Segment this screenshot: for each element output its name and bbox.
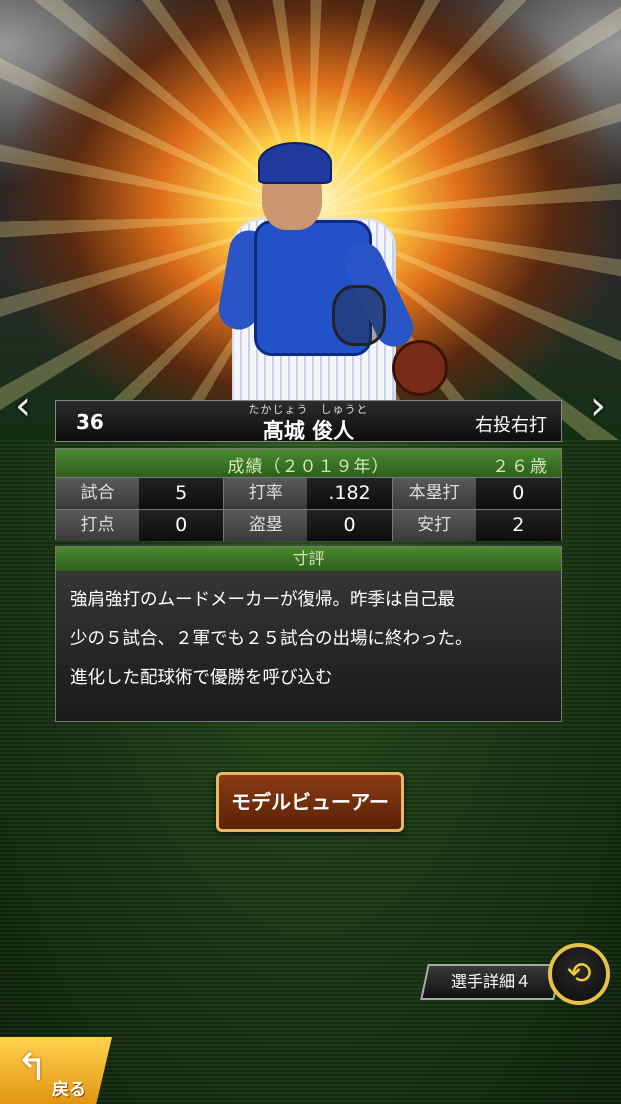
stat-cell: 打点 0 [56, 509, 225, 541]
review-line: 進化した配球術で優勝を呼び込む [70, 668, 333, 688]
stats-panel: 成績（２０１９年） ２６歳 試合 5 打率 .182 本塁打 0 打点 0 盗塁… [55, 448, 562, 541]
player-image [215, 140, 452, 422]
review-line: 少の５試合、２軍でも２５試合の出場に終わった。 [70, 629, 473, 649]
catcher-mask [332, 285, 386, 346]
player-detail-label: 選手詳細４ [450, 972, 531, 991]
stat-label: 打率 [224, 478, 308, 509]
stat-value: .182 [307, 478, 392, 509]
stat-value: 5 [139, 478, 224, 509]
prev-player-icon[interactable]: ‹ [8, 384, 38, 428]
stat-cell: 打率 .182 [224, 477, 393, 509]
stat-value: 2 [475, 510, 561, 541]
stat-value: 0 [307, 510, 392, 541]
review-panel: 寸評 強肩強打のムードメーカーが復帰。昨季は自己最 少の５試合、２軍でも２５試合… [55, 546, 562, 722]
stat-value: 0 [139, 510, 224, 541]
player-detail-button[interactable]: 選手詳細４ [420, 964, 562, 1000]
stat-cell: 本塁打 0 [392, 477, 561, 509]
stats-header: 成績（２０１９年） ２６歳 [56, 449, 561, 477]
stat-label: 打点 [56, 510, 139, 541]
stat-label: 盗塁 [224, 510, 308, 541]
stat-label: 安打 [392, 510, 476, 541]
stats-grid: 試合 5 打率 .182 本塁打 0 打点 0 盗塁 0 安打 2 [56, 477, 561, 541]
catcher-mitt [392, 340, 448, 396]
player-name-bar: 36 たかじょう しゅうと 髙城 俊人 右投右打 [55, 400, 562, 443]
player-age: ２６歳 [492, 457, 549, 477]
stat-label: 試合 [56, 478, 139, 509]
back-arrow-icon: ↰ [16, 1045, 48, 1089]
handedness: 右投右打 [475, 415, 547, 436]
player-helmet [258, 142, 332, 184]
stats-title: 成績（２０１９年） [227, 457, 390, 477]
stat-value: 0 [475, 478, 561, 509]
model-viewer-button[interactable]: モデルビューアー [216, 772, 404, 832]
next-player-icon[interactable]: › [583, 384, 613, 428]
stat-cell: 盗塁 0 [224, 509, 393, 541]
review-line: 強肩強打のムードメーカーが復帰。昨季は自己最 [70, 590, 455, 610]
review-header: 寸評 [56, 547, 561, 571]
stat-cell: 試合 5 [56, 477, 225, 509]
swap-icon[interactable]: ⟲ [548, 943, 610, 1005]
stat-cell: 安打 2 [392, 509, 561, 541]
review-text: 強肩強打のムードメーカーが復帰。昨季は自己最 少の５試合、２軍でも２５試合の出場… [56, 571, 561, 708]
back-button[interactable]: ↰ 戻る [0, 1037, 112, 1104]
back-label: 戻る [52, 1080, 86, 1100]
stat-label: 本塁打 [392, 478, 476, 509]
